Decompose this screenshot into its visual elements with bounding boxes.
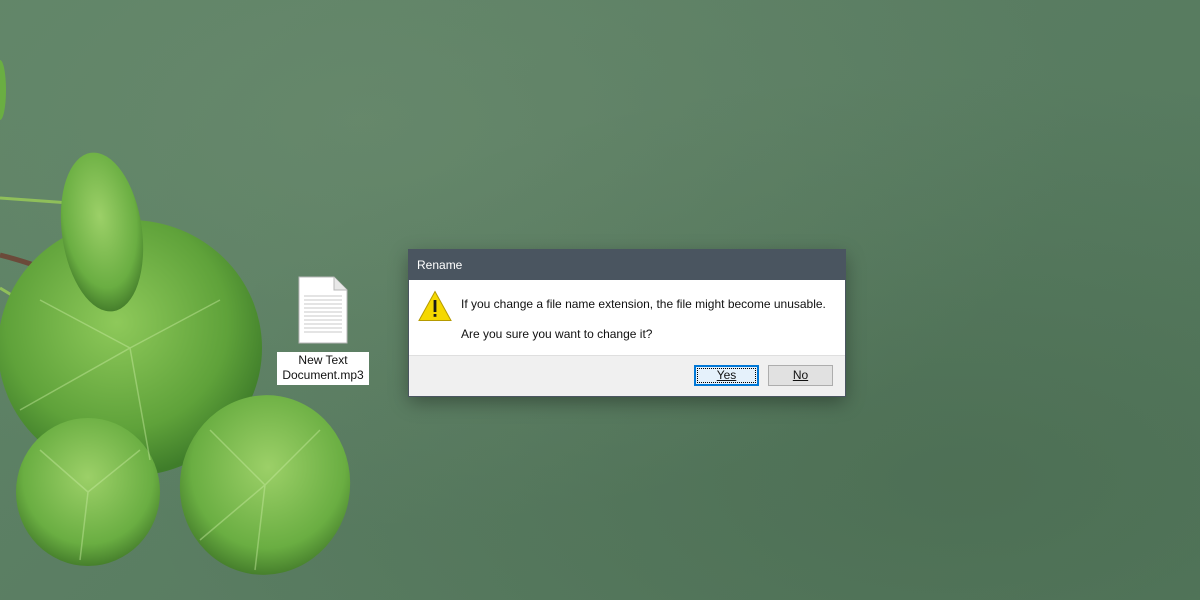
desktop-background: New Text Document.mp3 Rename If you chan…: [0, 0, 1200, 600]
dialog-title-bar[interactable]: Rename: [409, 250, 845, 280]
dialog-body: If you change a file name extension, the…: [409, 280, 845, 354]
warning-icon: [418, 290, 452, 322]
warning-message: If you change a file name extension, the…: [461, 297, 826, 311]
file-name-line-1: New Text: [298, 353, 348, 367]
file-name-label[interactable]: New Text Document.mp3: [277, 352, 369, 385]
rename-dialog: Rename If you change a file name extensi…: [409, 250, 845, 396]
no-button-label: No: [792, 368, 809, 382]
no-button[interactable]: No: [768, 365, 833, 386]
dialog-button-bar: Yes No: [409, 355, 845, 396]
text-document-icon[interactable]: [298, 276, 348, 344]
yes-button-label: Yes: [716, 368, 737, 382]
desktop-file-item[interactable]: New Text Document.mp3: [276, 276, 370, 385]
dialog-title: Rename: [417, 258, 463, 272]
yes-button[interactable]: Yes: [694, 365, 759, 386]
file-name-line-2: Document.mp3: [282, 368, 364, 382]
confirmation-question: Are you sure you want to change it?: [461, 327, 653, 341]
